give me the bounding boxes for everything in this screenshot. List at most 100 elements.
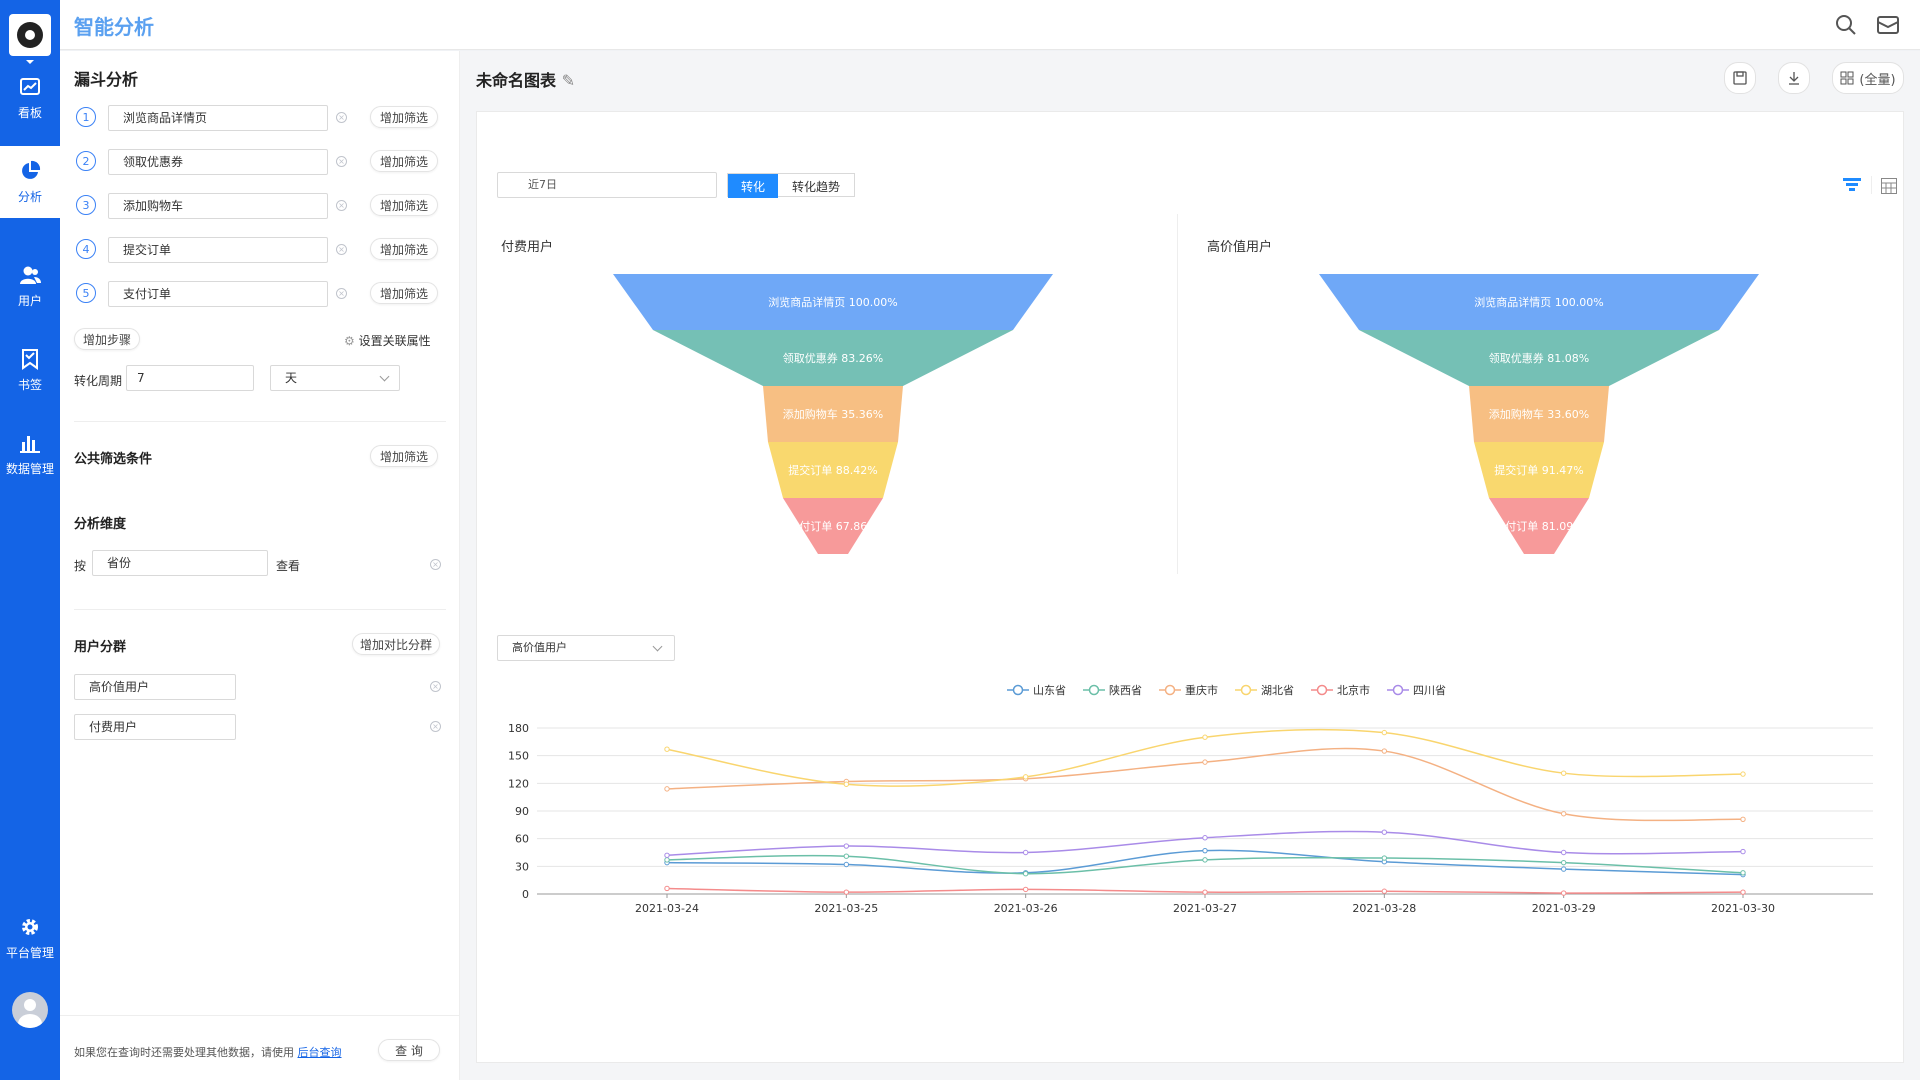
- data-point[interactable]: [664, 786, 670, 792]
- data-point[interactable]: [1740, 816, 1746, 823]
- edit-icon[interactable]: ✎: [562, 71, 575, 90]
- data-point[interactable]: [1381, 855, 1388, 861]
- data-point[interactable]: [1202, 835, 1208, 841]
- legend-label[interactable]: 山东省: [1033, 684, 1066, 697]
- legend-label[interactable]: 湖北省: [1261, 684, 1294, 697]
- data-point[interactable]: [1740, 889, 1746, 895]
- step-event-select[interactable]: 添加购物车: [108, 193, 328, 219]
- legend-label[interactable]: 陕西省: [1109, 683, 1142, 697]
- clear-icon[interactable]: ×: [430, 681, 441, 692]
- data-point[interactable]: [1560, 866, 1567, 872]
- segment-group-select[interactable]: 付费用户: [74, 714, 236, 740]
- data-point[interactable]: [664, 852, 670, 858]
- step-add-filter-button[interactable]: 增加筛选: [370, 238, 438, 260]
- legend-label[interactable]: 重庆市: [1185, 683, 1218, 697]
- data-point[interactable]: [1560, 890, 1567, 896]
- mail-icon[interactable]: [1876, 13, 1900, 37]
- data-point[interactable]: [1202, 759, 1208, 765]
- clear-icon[interactable]: ×: [336, 244, 347, 255]
- nav-item-platform[interactable]: 平台管理: [0, 902, 60, 974]
- data-point[interactable]: [1560, 770, 1567, 776]
- legend-marker[interactable]: [1088, 684, 1100, 696]
- legend-marker[interactable]: [1392, 684, 1404, 696]
- funnel-stage-label: 添加购物车 33.60%: [1489, 407, 1589, 421]
- backend-query-link[interactable]: 后台查询: [298, 1046, 342, 1059]
- period-value-input[interactable]: 7: [126, 365, 254, 391]
- period-unit-select[interactable]: 天: [270, 365, 400, 391]
- data-point[interactable]: [1202, 889, 1208, 895]
- data-point[interactable]: [1202, 857, 1208, 863]
- data-point[interactable]: [1022, 849, 1029, 856]
- dimension-select[interactable]: 省份: [92, 550, 268, 576]
- nav-label-platform: 平台管理: [5, 945, 54, 960]
- clear-icon[interactable]: ×: [336, 156, 347, 167]
- pie-chart-icon: [22, 160, 41, 179]
- save-button[interactable]: [1724, 62, 1756, 94]
- data-point[interactable]: [1381, 748, 1388, 754]
- legend-label[interactable]: 北京市: [1337, 683, 1370, 697]
- data-point[interactable]: [1381, 888, 1388, 894]
- query-button[interactable]: 查 询: [378, 1039, 440, 1061]
- footer-hint: 如果您在查询时还需要处理其他数据，请使用 后台查询: [74, 1044, 342, 1060]
- step-add-filter-button[interactable]: 增加筛选: [370, 194, 438, 216]
- search-icon[interactable]: [1834, 13, 1858, 37]
- step-add-filter-button[interactable]: 增加筛选: [370, 282, 438, 304]
- data-point[interactable]: [1740, 870, 1746, 876]
- data-point[interactable]: [1560, 849, 1567, 856]
- legend-marker[interactable]: [1164, 684, 1176, 696]
- main-area: 未命名图表 ✎ (全量) 近7日 转化 转化趋势 付费用户 高价值用户 浏览商品…: [460, 51, 1920, 1080]
- relation-settings-link[interactable]: ⚙ 设置关联属性: [344, 332, 431, 349]
- nav-item-data-management[interactable]: 数据管理: [0, 418, 60, 490]
- data-point[interactable]: [1022, 886, 1029, 893]
- data-point[interactable]: [843, 843, 850, 849]
- data-point[interactable]: [664, 746, 670, 752]
- view-mode-button[interactable]: (全量): [1832, 62, 1904, 94]
- step-event-select[interactable]: 浏览商品详情页: [108, 105, 328, 131]
- data-point[interactable]: [664, 885, 670, 892]
- avatar[interactable]: [12, 992, 48, 1028]
- data-point[interactable]: [843, 889, 850, 895]
- step-add-filter-button[interactable]: 增加筛选: [370, 150, 438, 172]
- data-point[interactable]: [1202, 847, 1208, 854]
- data-point[interactable]: [1560, 811, 1567, 817]
- app-logo[interactable]: [9, 14, 51, 56]
- data-point[interactable]: [1560, 859, 1567, 866]
- data-point[interactable]: [1740, 848, 1746, 855]
- clear-icon[interactable]: ×: [336, 112, 347, 123]
- data-point[interactable]: [843, 853, 850, 859]
- step-event-select[interactable]: 领取优惠券: [108, 149, 328, 175]
- step-event-select[interactable]: 提交订单: [108, 237, 328, 263]
- data-point[interactable]: [843, 781, 850, 787]
- add-step-button[interactable]: 增加步骤: [74, 328, 140, 350]
- nav-item-users[interactable]: 用户: [0, 250, 60, 322]
- data-point[interactable]: [1202, 734, 1208, 740]
- legend-marker[interactable]: [1316, 684, 1328, 696]
- x-tick-label: 2021-03-24: [635, 902, 699, 915]
- clear-icon[interactable]: ×: [336, 200, 347, 211]
- legend-marker[interactable]: [1012, 684, 1024, 696]
- clear-icon[interactable]: ×: [430, 721, 441, 732]
- data-point[interactable]: [1381, 829, 1388, 835]
- data-point[interactable]: [1022, 871, 1029, 877]
- data-point[interactable]: [1381, 729, 1388, 736]
- clear-icon[interactable]: ×: [336, 288, 347, 299]
- legend-marker[interactable]: [1240, 684, 1252, 696]
- nav-item-analysis[interactable]: 分析: [0, 146, 60, 218]
- clear-icon[interactable]: ×: [430, 559, 441, 570]
- trend-group-select[interactable]: 高价值用户: [497, 635, 675, 661]
- series-line[interactable]: [666, 747, 1744, 822]
- step-add-filter-button[interactable]: 增加筛选: [370, 106, 438, 128]
- divider: [60, 1015, 460, 1016]
- legend-label[interactable]: 四川省: [1413, 684, 1446, 697]
- data-point[interactable]: [1740, 771, 1746, 777]
- step-event-select[interactable]: 支付订单: [108, 281, 328, 307]
- add-compare-segment-button[interactable]: 增加对比分群: [352, 633, 440, 655]
- nav-item-bookmarks[interactable]: 书签: [0, 334, 60, 406]
- data-point[interactable]: [1022, 774, 1029, 780]
- nav-item-dashboard[interactable]: 看板: [0, 62, 60, 134]
- segment-group-select[interactable]: 高价值用户: [74, 674, 236, 700]
- common-add-filter-button[interactable]: 增加筛选: [370, 445, 438, 467]
- data-point[interactable]: [664, 857, 670, 863]
- data-point[interactable]: [843, 861, 850, 868]
- download-button[interactable]: [1778, 62, 1810, 94]
